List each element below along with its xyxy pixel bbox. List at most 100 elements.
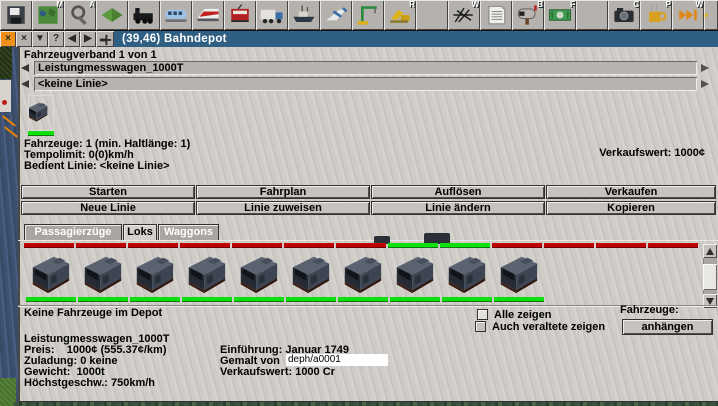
vehicle-availability-bar xyxy=(648,243,698,248)
line-next-icon[interactable] xyxy=(701,80,709,88)
help-button[interactable]: ? xyxy=(48,31,64,47)
toolbar-finances-button[interactable]: F xyxy=(544,0,576,30)
toolbar-ship-tools-button[interactable] xyxy=(288,0,320,30)
shortcut-key-badge: M xyxy=(56,0,63,9)
convoy-select[interactable]: Leistungmesswagen_1000T xyxy=(34,61,697,75)
building-sign xyxy=(2,100,7,105)
toolbar-line-management-button[interactable]: W xyxy=(448,0,480,30)
toolbar-empty-slot-2[interactable] xyxy=(576,0,608,30)
toolbar-fast-forward-button[interactable]: W xyxy=(672,0,704,30)
convoy-next-icon[interactable] xyxy=(701,64,709,72)
vehicle-status-bar xyxy=(286,297,336,302)
toolbar-pause-button[interactable]: P xyxy=(640,0,672,30)
toolbar-save-button[interactable] xyxy=(0,0,32,30)
vehicle-item[interactable] xyxy=(26,252,76,296)
convoy-info-line: Bedient Linie: <keine Linie> xyxy=(24,161,169,172)
shortcut-key-badge: C xyxy=(633,0,639,9)
shade-button[interactable]: ▼ xyxy=(32,31,48,47)
tab-passenger-trains[interactable]: Passagierzüge xyxy=(24,224,122,240)
toolbar-cut-off-button[interactable] xyxy=(704,0,718,30)
simutrans-screen: MARWBFCPW ××▼?◀▶ (39,46) Bahndepot Fahrz… xyxy=(0,0,718,406)
show-all-label[interactable]: Alle zeigen xyxy=(494,310,551,321)
tab-wagons[interactable]: Waggons xyxy=(158,224,219,240)
copy-button[interactable]: Kopieren xyxy=(546,201,716,215)
toolbar-terrain-tools-button[interactable] xyxy=(96,0,128,30)
line-select-open-icon[interactable] xyxy=(21,80,29,88)
toolbar-lists-button[interactable] xyxy=(480,0,512,30)
convoy-select-open-icon[interactable] xyxy=(21,64,29,72)
prev-window-button[interactable]: ◀ xyxy=(64,31,80,47)
vehicle-item[interactable] xyxy=(494,252,544,296)
convoy-preview-status-bar xyxy=(28,131,54,136)
pin-icon xyxy=(98,32,113,47)
shortcut-key-badge: W xyxy=(695,0,703,9)
toolbar-screenshot-button[interactable]: C xyxy=(608,0,640,30)
close-button[interactable]: × xyxy=(16,31,32,47)
toolbar-rail-tools-button[interactable] xyxy=(128,0,160,30)
author-field[interactable]: deph/a0001 xyxy=(286,354,388,366)
locomotive-sprite xyxy=(130,252,178,296)
toolbar-message-center-button[interactable]: B xyxy=(512,0,544,30)
toolbar-air-tools-button[interactable] xyxy=(320,0,352,30)
locomotive-sprite xyxy=(338,252,386,296)
toolbar-zoom-button[interactable]: A xyxy=(64,0,96,30)
vehicle-availability-bar xyxy=(596,243,646,248)
vehicle-item[interactable] xyxy=(234,252,284,296)
sell-button[interactable]: Verkaufen xyxy=(546,185,716,199)
schedule-button[interactable]: Fahrplan xyxy=(196,185,370,199)
start-button[interactable]: Starten xyxy=(21,185,195,199)
locomotive-sprite xyxy=(286,252,334,296)
locomotive-sprite xyxy=(182,252,230,296)
vehicle-detail-resale: Verkaufswert: 1000 Cr xyxy=(220,367,335,378)
new-line-button[interactable]: Neue Linie xyxy=(21,201,195,215)
toolbar-road-tools-button[interactable] xyxy=(256,0,288,30)
toolbar-highspeed-rail-tools-button[interactable] xyxy=(192,0,224,30)
vehicle-item[interactable] xyxy=(130,252,180,296)
scroll-up-button[interactable] xyxy=(703,244,717,258)
toolbar-landscaping-tools-button[interactable]: R xyxy=(384,0,416,30)
down-arrow-icon xyxy=(706,298,714,305)
map-tile-trellis[interactable] xyxy=(0,47,12,79)
locomotive-sprite xyxy=(442,252,490,296)
disassemble-button[interactable]: Auflösen xyxy=(371,185,545,199)
convoy-preview-cell[interactable] xyxy=(28,95,54,131)
vehicle-status-bar xyxy=(338,297,388,302)
vehicle-item[interactable] xyxy=(182,252,232,296)
toolbar-map-button[interactable]: M xyxy=(32,0,64,30)
locomotive-sprite xyxy=(26,252,74,296)
vehicle-availability-bar xyxy=(180,243,230,248)
tab-locomotives[interactable]: Loks xyxy=(123,224,157,240)
titlebar-buttons: ××▼?◀▶ xyxy=(0,31,114,47)
vehicle-availability-bar xyxy=(128,243,178,248)
shortcut-key-badge: F xyxy=(570,0,575,9)
vehicle-item[interactable] xyxy=(390,252,440,296)
scrollbar-slider[interactable] xyxy=(703,264,717,290)
pin-button[interactable] xyxy=(96,31,114,47)
append-vehicle-button[interactable]: anhängen xyxy=(622,319,713,335)
vehicle-item[interactable] xyxy=(286,252,336,296)
toolbar-monorail-tools-button[interactable] xyxy=(160,0,192,30)
show-obsolete-checkbox[interactable] xyxy=(475,321,486,332)
show-all-checkbox[interactable] xyxy=(477,309,488,320)
vehicle-availability-bar xyxy=(232,243,282,248)
vehicle-status-bar xyxy=(130,297,180,302)
shortcut-key-badge: W xyxy=(471,0,479,9)
shortcut-key-badge: A xyxy=(89,0,95,9)
toolbar-tram-tools-button[interactable] xyxy=(224,0,256,30)
vehicle-availability-bar xyxy=(284,243,334,248)
change-line-button[interactable]: Linie ändern xyxy=(371,201,545,215)
vehicle-item[interactable] xyxy=(442,252,492,296)
vehicle-availability-bar xyxy=(24,243,74,248)
map-tile-building[interactable] xyxy=(0,80,11,112)
show-obsolete-label[interactable]: Auch veraltete zeigen xyxy=(492,322,605,333)
depot-window-titlebar[interactable]: ××▼?◀▶ (39,46) Bahndepot xyxy=(0,31,718,47)
next-window-button[interactable]: ▶ xyxy=(80,31,96,47)
toolbar-construction-tools-button[interactable] xyxy=(352,0,384,30)
vehicle-item[interactable] xyxy=(78,252,128,296)
assign-line-button[interactable]: Linie zuweisen xyxy=(196,201,370,215)
toolbar-empty-slot-1[interactable] xyxy=(416,0,448,30)
close-highlighted-button[interactable]: × xyxy=(0,31,16,47)
vehicle-item[interactable] xyxy=(338,252,388,296)
line-select[interactable]: <keine Linie> xyxy=(34,77,697,91)
map-bottom-strip[interactable] xyxy=(14,402,718,406)
